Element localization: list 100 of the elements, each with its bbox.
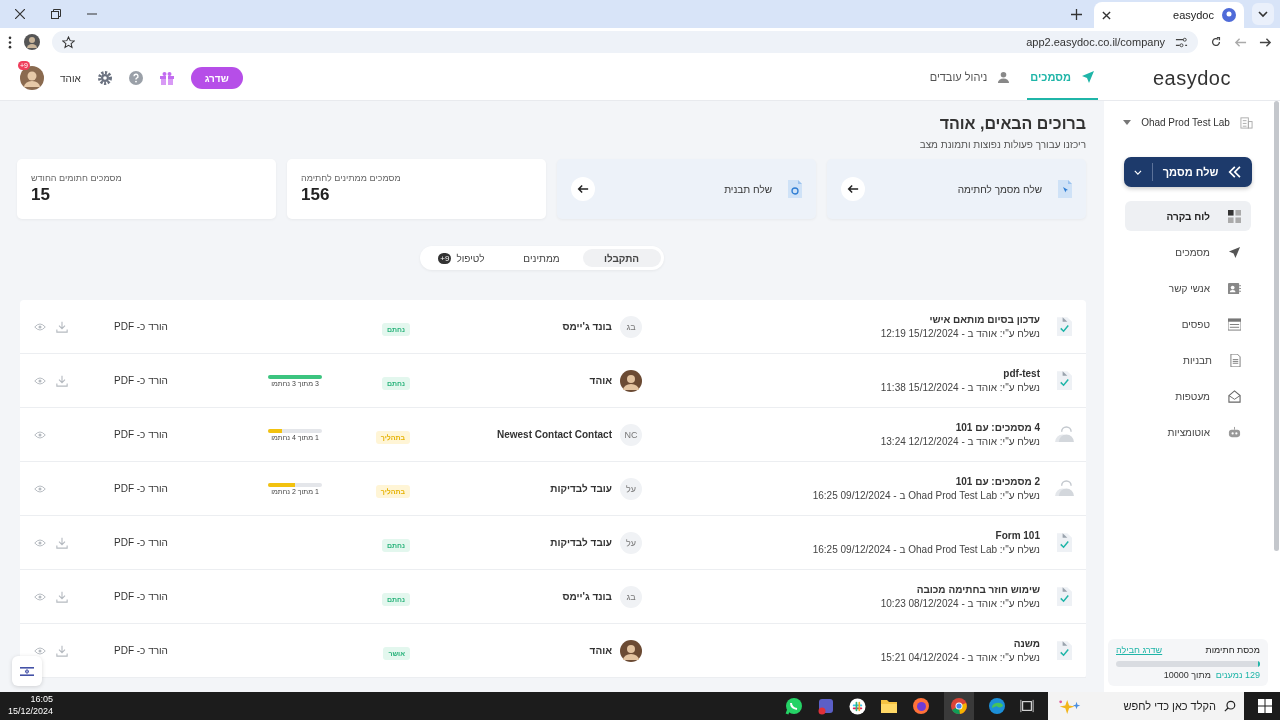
windows-icon[interactable] xyxy=(1258,699,1272,713)
stat-value: 15 xyxy=(31,185,50,205)
filter-tab[interactable]: התקבלו xyxy=(582,249,661,267)
menu-icon[interactable] xyxy=(8,35,12,49)
sender-line: נשלח ע"י: Ohad Prod Test Lab ב - 09/12/2024 16:25 xyxy=(811,544,1040,555)
arrow-button[interactable] xyxy=(841,177,865,201)
sidebar-item[interactable]: אנשי קשר xyxy=(1125,273,1251,303)
caret-icon[interactable] xyxy=(1134,169,1142,175)
quota-title: מכסת חתימות xyxy=(1205,645,1260,655)
logo[interactable]: easydoc xyxy=(1153,66,1231,90)
nav-tab[interactable]: ניהול עובדים xyxy=(926,56,1014,100)
reload-icon[interactable] xyxy=(1210,36,1222,48)
count-badge: +9 xyxy=(438,252,452,264)
send-icon xyxy=(1081,70,1095,84)
stack-icon xyxy=(1053,426,1075,443)
new-tab-icon[interactable] xyxy=(1071,8,1082,20)
document-title[interactable]: Form 101 xyxy=(650,530,1040,541)
arrow-icon xyxy=(577,183,589,195)
filter-tab[interactable]: ממתינים xyxy=(502,249,581,267)
caret-icon xyxy=(1123,119,1132,125)
document-check-icon xyxy=(1056,587,1072,606)
edge-icon[interactable] xyxy=(988,697,1006,715)
close-icon[interactable] xyxy=(1102,10,1111,20)
star-icon[interactable] xyxy=(62,35,75,49)
url-text: app2.easydoc.co.il/company xyxy=(1026,36,1165,48)
user-name: אוהד xyxy=(60,72,81,84)
document-check-icon xyxy=(1056,371,1072,390)
download-pdf-link[interactable]: הורד כ- PDF xyxy=(114,483,168,494)
action-card[interactable]: שלח תבנית xyxy=(557,159,816,219)
send-document-button[interactable]: שלח מסמך xyxy=(1124,157,1252,187)
contact-name: אוהד xyxy=(589,645,612,656)
document-title[interactable]: 2 מסמכים: עם 101 xyxy=(650,476,1040,487)
sender-line: נשלח ע"י: אוהד ב - 15/12/2024 12:19 xyxy=(879,328,1040,339)
document-title[interactable]: משנה xyxy=(650,638,1040,649)
document-check-icon xyxy=(1056,641,1072,660)
download-pdf-link[interactable]: הורד כ- PDF xyxy=(114,645,168,656)
clock-date: 15/12/2024 xyxy=(8,706,54,718)
sidebar-item[interactable]: תבניות xyxy=(1125,345,1251,375)
sidebar-item[interactable]: טפסים xyxy=(1125,309,1251,339)
avatar[interactable] xyxy=(20,66,44,90)
company-selector[interactable]: Ohad Prod Test Lab xyxy=(1123,111,1253,133)
sender-line: נשלח ע"י: אוהד ב - 08/12/2024 10:23 xyxy=(879,598,1040,609)
initials-avatar: בג xyxy=(620,315,642,338)
language-button[interactable] xyxy=(12,656,42,686)
upgrade-button[interactable]: שדרג xyxy=(190,67,243,89)
arrow-button[interactable] xyxy=(571,177,595,201)
building-icon xyxy=(1239,115,1253,129)
teams-icon[interactable] xyxy=(817,697,835,715)
initials-avatar: על xyxy=(620,531,642,554)
close-icon[interactable] xyxy=(15,9,25,19)
document-title[interactable]: עדכון בסיום מותאם אישי xyxy=(650,314,1040,325)
gift-icon[interactable] xyxy=(158,70,175,86)
page-subtitle: ריכזנו עבורך פעולות נפוצות ותמונת מצב xyxy=(918,139,1086,150)
avatar xyxy=(620,639,642,662)
sidebar-item[interactable]: מסמכים xyxy=(1125,237,1251,267)
download-pdf-link[interactable]: הורד כ- PDF xyxy=(114,429,168,440)
address-field[interactable]: app2.easydoc.co.il/company xyxy=(52,31,1198,53)
page-title: ברוכים הבאים, אוהד xyxy=(938,115,1086,133)
quota-used: 129 נמענים xyxy=(1215,670,1260,680)
initials-avatar: NC xyxy=(620,423,642,446)
search-icon xyxy=(1224,700,1236,712)
restore-icon[interactable] xyxy=(51,9,61,19)
settings-icon[interactable] xyxy=(96,70,113,86)
folder-icon[interactable] xyxy=(880,698,898,714)
grid-icon xyxy=(1228,209,1241,223)
contact-card-icon xyxy=(1228,281,1241,295)
download-pdf-link[interactable]: הורד כ- PDF xyxy=(114,591,168,602)
download-pdf-link[interactable]: הורד כ- PDF xyxy=(114,321,168,332)
initials-avatar: על xyxy=(620,477,642,500)
firefox-icon[interactable] xyxy=(912,697,930,715)
taskbar-search-field[interactable]: הקלד כאן כדי לחפש xyxy=(1048,692,1244,720)
avatar[interactable] xyxy=(24,34,40,50)
task-view-icon[interactable] xyxy=(1020,699,1034,713)
document-title[interactable]: שימוש חוזר בחתימה מכובה xyxy=(650,584,1040,595)
tab-list-button[interactable] xyxy=(1252,3,1274,25)
chevron-icon xyxy=(1257,8,1269,20)
whatsapp-icon[interactable] xyxy=(785,697,803,715)
arrow-icon xyxy=(847,183,859,195)
double-chevron-icon xyxy=(1228,166,1242,178)
browser-tab[interactable]: easydoc xyxy=(1094,2,1244,28)
flag-icon xyxy=(20,665,34,677)
card-label: שלח מסמך לחתימה xyxy=(957,183,1042,195)
tab-title: easydoc xyxy=(1173,9,1214,21)
document-icon xyxy=(1230,353,1241,367)
sidebar-item[interactable]: אוטומציות xyxy=(1125,417,1251,447)
document-title[interactable]: pdf-test xyxy=(650,368,1040,379)
download-pdf-link[interactable]: הורד כ- PDF xyxy=(114,537,168,548)
download-pdf-link[interactable]: הורד כ- PDF xyxy=(114,375,168,386)
action-card[interactable]: שלח מסמך לחתימה xyxy=(827,159,1086,219)
tune-icon[interactable] xyxy=(1175,35,1188,49)
scrollbar-thumb[interactable] xyxy=(1273,101,1279,551)
chrome-icon[interactable] xyxy=(950,697,968,715)
help-icon[interactable] xyxy=(128,71,143,85)
form-icon xyxy=(1228,317,1241,331)
contact-name: עובד לבדיקות xyxy=(550,483,612,494)
sidebar-item[interactable]: לוח בקרה xyxy=(1125,201,1251,231)
sidebar-item[interactable]: מעטפות xyxy=(1125,381,1251,411)
document-title[interactable]: 4 מסמכים: עם 101 xyxy=(650,422,1040,433)
contact-name: בונד ג'יימס xyxy=(562,321,612,332)
slack-icon[interactable] xyxy=(849,697,866,715)
